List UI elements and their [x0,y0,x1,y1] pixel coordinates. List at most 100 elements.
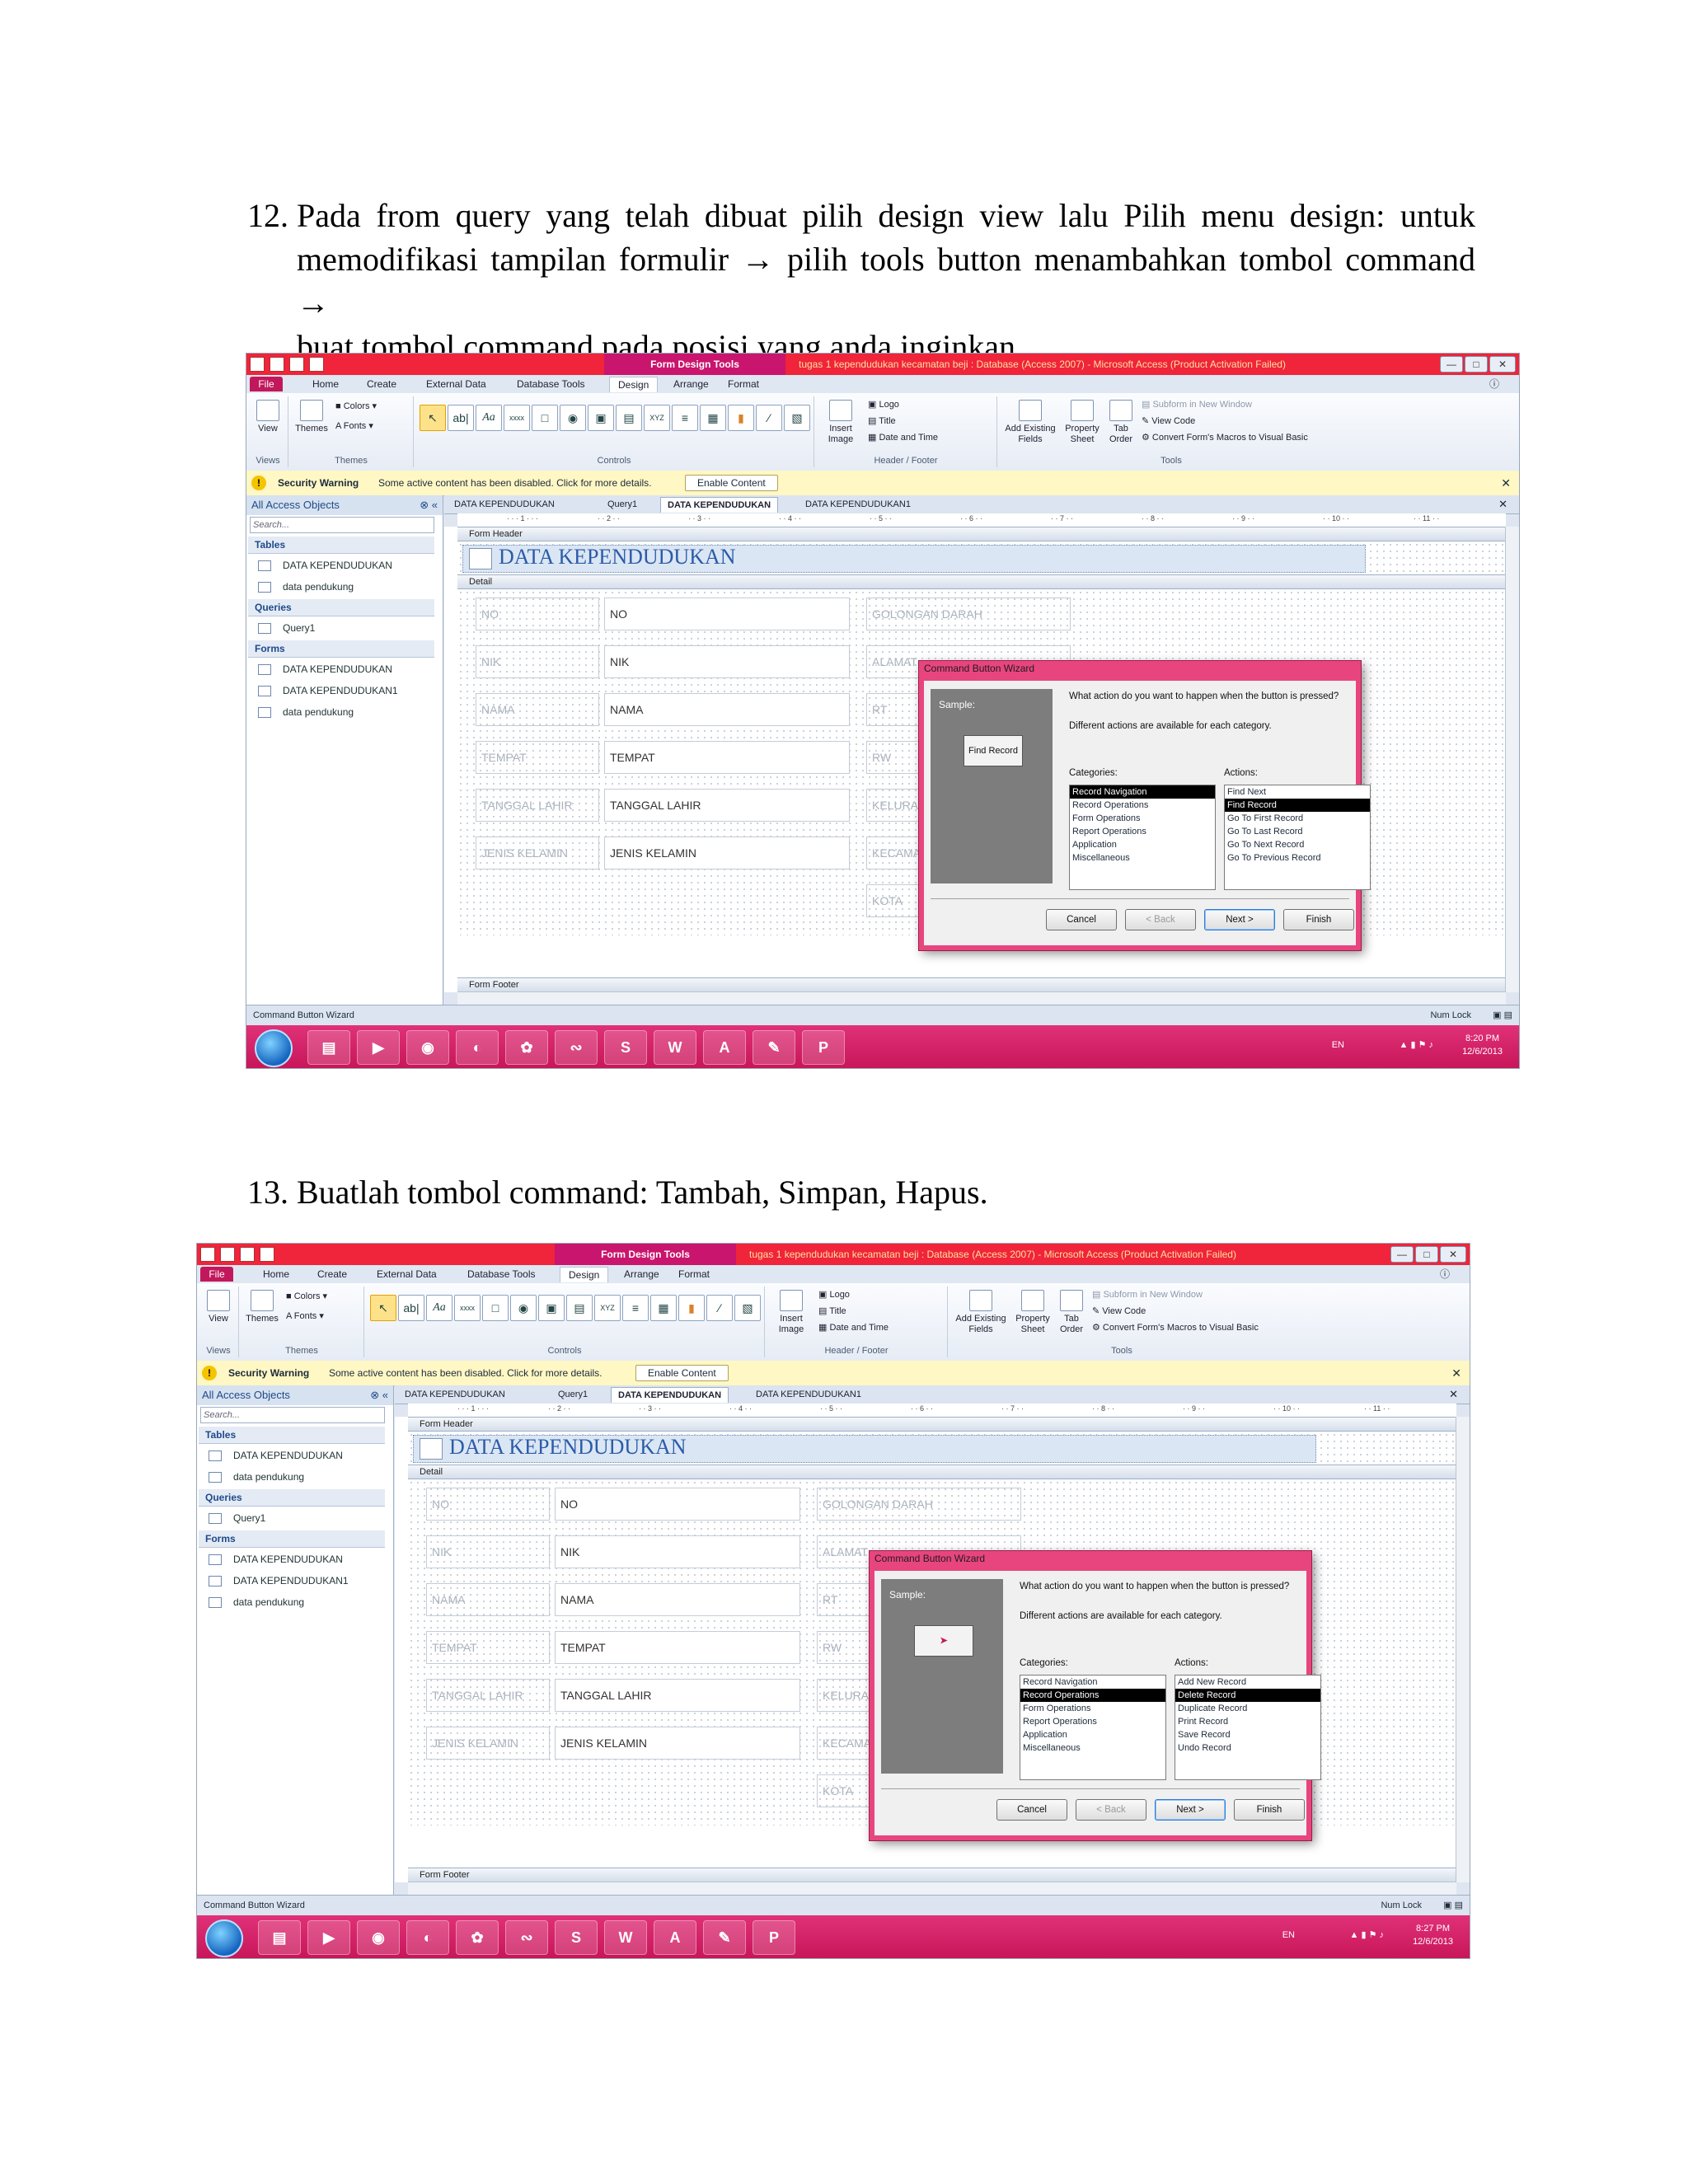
tab-home[interactable]: Home [304,377,347,391]
band-form-footer[interactable]: Form Footer [457,977,1506,992]
tab-format[interactable]: Format [670,1267,718,1282]
skype-icon[interactable]: S [604,1030,647,1065]
convert-macros-button[interactable]: ⚙ Convert Form's Macros to Visual Basic [1092,1323,1259,1333]
field-textbox[interactable]: NO [604,598,850,630]
field-label[interactable]: NO [426,1488,550,1521]
view-switch-icon[interactable]: ▣ ▤ [1443,1896,1463,1915]
acrobat-icon[interactable]: ∾ [505,1920,548,1955]
access-icon[interactable]: A [654,1920,696,1955]
field-textbox[interactable]: NO [555,1488,800,1521]
list-item[interactable]: Find Next [1225,785,1370,799]
navigation-control-icon[interactable]: ▤ [566,1295,593,1321]
cancel-button[interactable]: Cancel [996,1799,1067,1821]
convert-macros-button[interactable]: ⚙ Convert Form's Macros to Visual Basic [1142,433,1308,443]
powerpoint-icon[interactable]: P [753,1920,795,1955]
list-item[interactable]: Go To First Record [1225,812,1370,825]
field-label[interactable]: NAMA [426,1583,550,1616]
page-break-icon[interactable]: ≡ [672,405,698,431]
vertical-scrollbar[interactable] [1505,527,1519,992]
nav-header[interactable]: All Access Objects ⊗ « [197,1385,393,1405]
back-button[interactable]: < Back [1076,1799,1146,1821]
firefox-icon[interactable]: ◐ [456,1030,499,1065]
nav-item[interactable]: DATA KEPENDUDUKAN1 [209,1570,349,1591]
close-icon[interactable]: ✕ [1501,471,1511,495]
themes-button[interactable]: Themes [293,400,331,434]
band-form-header[interactable]: Form Header [408,1417,1456,1432]
list-item[interactable]: Go To Next Record [1225,838,1370,851]
field-label[interactable]: NIK [476,645,599,678]
nav-header[interactable]: All Access Objects ⊗ « [246,495,443,515]
maximize-icon[interactable]: □ [1465,356,1488,373]
list-item[interactable]: Print Record [1175,1715,1320,1728]
colors-button[interactable]: ■ Colors ▾ [286,1291,327,1302]
powerpoint-icon[interactable]: P [802,1030,845,1065]
insert-image-button[interactable]: Insert Image [818,400,863,445]
colors-button[interactable]: ■ Colors ▾ [335,401,377,412]
list-item[interactable]: Add New Record [1175,1675,1320,1689]
field-label[interactable]: GOLONGAN DARAH [866,598,1071,630]
doc-tab-active[interactable]: DATA KEPENDUDUKAN [611,1387,729,1403]
tab-order-button[interactable]: Tab Order [1056,1290,1087,1335]
close-icon[interactable]: ✕ [1451,1361,1461,1385]
actions-list[interactable]: Add New Record Delete Record Duplicate Rec… [1175,1675,1321,1780]
maximize-icon[interactable]: □ [1415,1246,1438,1263]
tab-arrange[interactable]: Arrange [665,377,717,391]
media-player-icon[interactable]: ▶ [357,1030,400,1065]
nav-item[interactable]: data pendukung [209,1466,304,1488]
logo-icon[interactable] [469,548,492,569]
horizontal-scrollbar[interactable] [457,991,1506,1005]
field-label[interactable]: NIK [426,1535,550,1568]
picasa-icon[interactable]: ✿ [505,1030,548,1065]
back-button[interactable]: < Back [1125,909,1196,930]
nav-item[interactable]: Query1 [209,1507,265,1529]
field-textbox[interactable]: TEMPAT [604,741,850,774]
combo-box-icon[interactable]: ▦ [650,1295,677,1321]
textbox-control-icon[interactable]: ab| [398,1295,424,1321]
web-browser-control-icon[interactable]: ▣ [538,1295,565,1321]
add-existing-fields-button[interactable]: Add Existing Fields [952,1290,1010,1335]
field-textbox[interactable]: NAMA [604,693,850,726]
list-item[interactable]: Record Navigation [1020,1675,1165,1689]
button-control-icon[interactable]: xxxx [504,405,530,431]
chart-control-icon[interactable]: ▮ [728,405,754,431]
subform-button[interactable]: ▤ Subform in New Window [1142,400,1252,410]
date-time-button[interactable]: ▦ Date and Time [868,433,938,443]
nav-item[interactable]: data pendukung [258,701,354,723]
start-button-icon[interactable] [205,1919,243,1957]
categories-list[interactable]: Record Navigation Record Operations Form O… [1020,1675,1166,1780]
logo-button[interactable]: ▣ Logo [868,400,899,410]
tab-order-button[interactable]: Tab Order [1105,400,1137,445]
chart-control-icon[interactable]: ▮ [678,1295,705,1321]
save-icon[interactable] [270,357,284,372]
chrome-icon[interactable]: ◉ [357,1920,400,1955]
doc-tab[interactable]: Query1 [551,1387,594,1402]
select-pointer-icon[interactable]: ↖ [420,405,446,431]
redo-icon[interactable] [260,1247,274,1262]
form-title[interactable]: DATA KEPENDUDUKAN [499,545,736,569]
nav-search-input[interactable]: Search... [200,1407,385,1423]
field-textbox[interactable]: NIK [555,1535,800,1568]
skype-icon[interactable]: S [555,1920,598,1955]
list-item[interactable]: Delete Record [1175,1689,1320,1702]
tab-create[interactable]: Create [309,1267,355,1282]
line-control-icon[interactable]: ∕ [706,1295,733,1321]
doc-tab[interactable]: DATA KEPENDUDUKAN [398,1387,512,1402]
enable-content-button[interactable]: Enable Content [635,1365,729,1381]
tab-external-data[interactable]: External Data [418,377,495,391]
field-label[interactable]: NO [476,598,599,630]
select-pointer-icon[interactable]: ↖ [370,1295,396,1321]
hyperlink-control-icon[interactable]: ◉ [510,1295,537,1321]
tab-control-icon[interactable]: □ [532,405,558,431]
actions-list[interactable]: Find Next Find Record Go To First Record Go… [1224,785,1371,890]
field-label[interactable]: JENIS KELAMIN [426,1727,550,1760]
nav-collapse-icon[interactable]: ⊗ « [370,1385,388,1405]
list-item[interactable]: Duplicate Record [1175,1702,1320,1715]
list-item[interactable]: Go To Last Record [1225,825,1370,838]
combo-box-icon[interactable]: ▦ [700,405,726,431]
picasa-icon[interactable]: ✿ [456,1920,499,1955]
navigation-control-icon[interactable]: ▤ [616,405,642,431]
insert-image-button[interactable]: Insert Image [769,1290,814,1335]
tray-icons[interactable]: ▲ ▮ ⚑ ♪ [1350,1929,1384,1942]
close-icon[interactable]: ✕ [1442,1387,1465,1402]
tab-design[interactable]: Design [609,377,659,392]
